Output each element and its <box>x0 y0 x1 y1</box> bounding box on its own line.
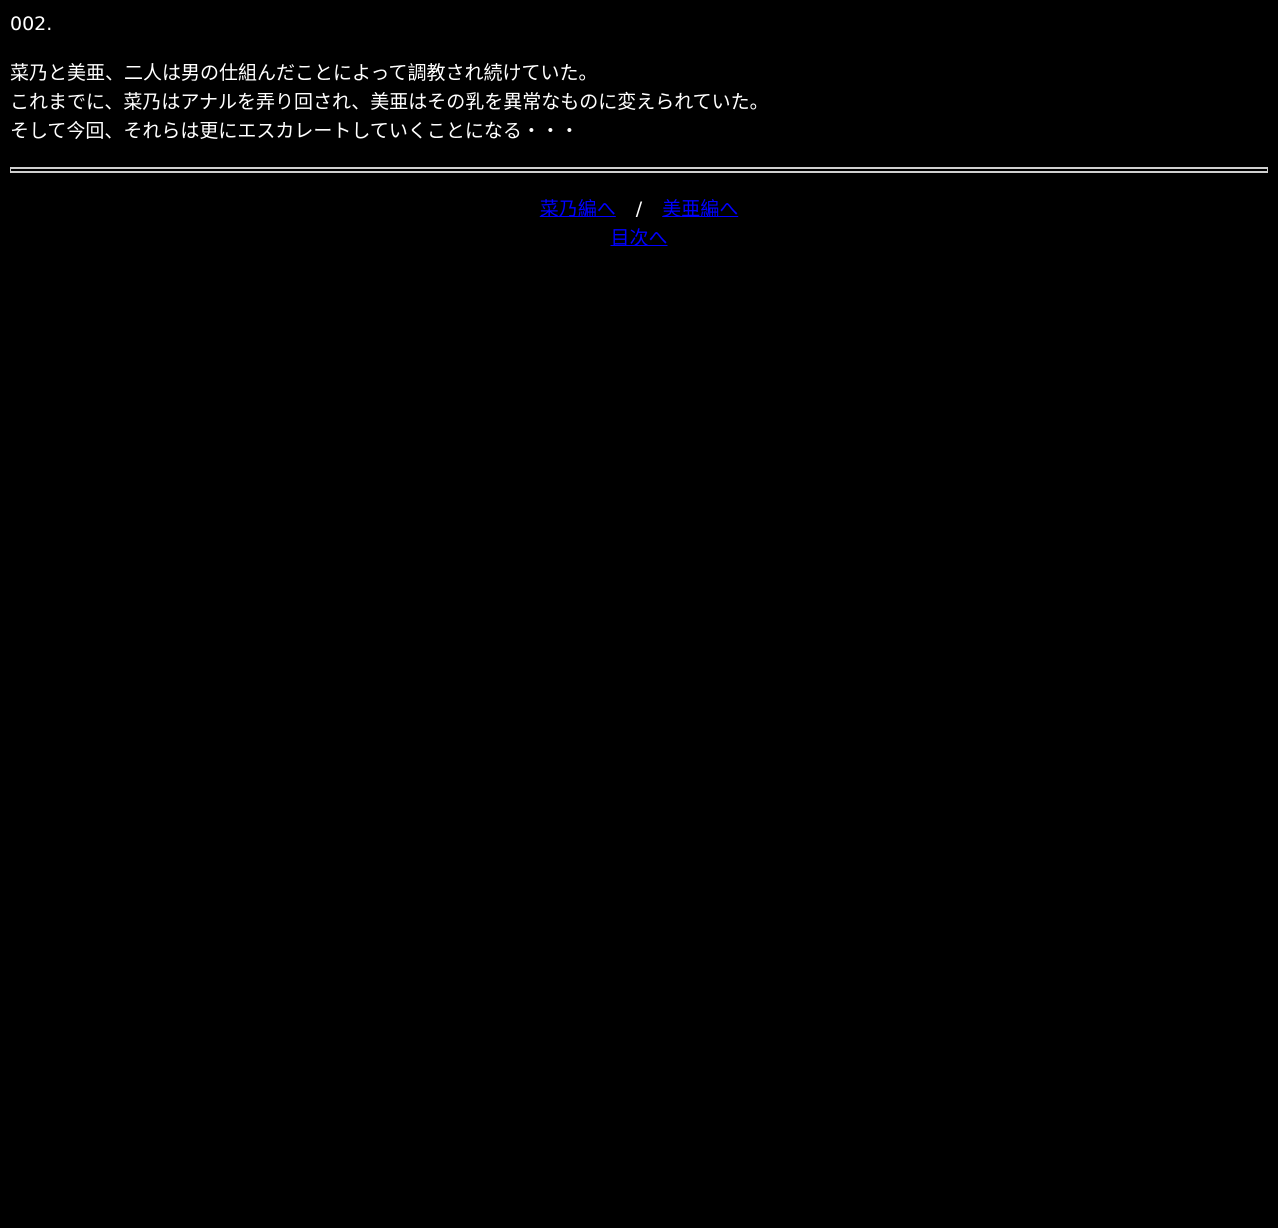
episode-number: 002. <box>10 13 53 35</box>
page: 002. 菜乃と美亜、二人は男の仕組んだことによって調教され続けていた。 これま… <box>0 0 1278 1228</box>
link-separator: / <box>635 198 643 220</box>
toc-row: 目次へ <box>10 224 1268 253</box>
table-of-contents-link[interactable]: 目次へ <box>610 227 667 249</box>
mia-chapter-link[interactable]: 美亜編へ <box>662 198 738 220</box>
synopsis-line-1: 菜乃と美亜、二人は男の仕組んだことによって調教され続けていた。 <box>10 62 598 84</box>
synopsis-line-3: そして今回、それらは更にエスカレートしていくことになる・・・ <box>10 120 579 142</box>
horizontal-rule <box>10 167 1268 173</box>
chapter-links-row: 菜乃編へ / 美亜編へ <box>10 195 1268 224</box>
chapter-navigation: 菜乃編へ / 美亜編へ 目次へ <box>10 195 1268 253</box>
synopsis: 菜乃と美亜、二人は男の仕組んだことによって調教され続けていた。 これまでに、菜乃… <box>10 59 1268 146</box>
nano-chapter-link[interactable]: 菜乃編へ <box>540 198 616 220</box>
synopsis-line-2: これまでに、菜乃はアナルを弄り回され、美亜はその乳を異常なものに変えられていた。 <box>10 91 769 113</box>
